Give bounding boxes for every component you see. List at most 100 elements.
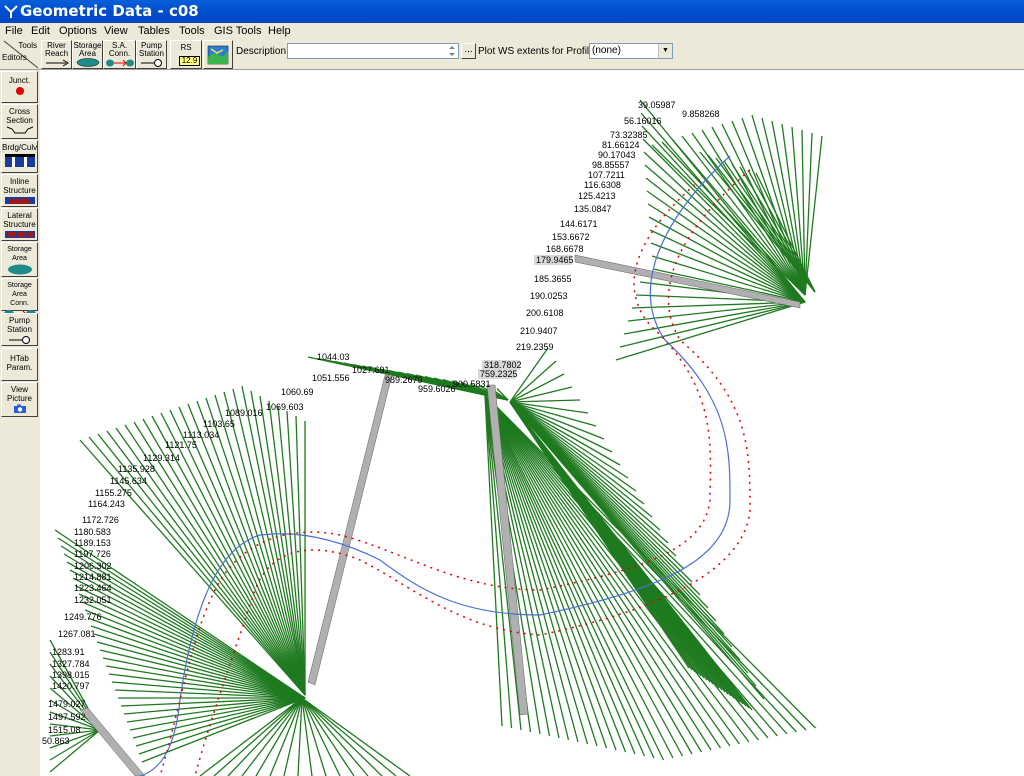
spin-icon[interactable] [446,44,458,58]
station-label[interactable]: 190.0253 [530,291,568,301]
lateral-structure-button[interactable]: Lateral Structure [1,208,38,241]
station-label[interactable]: 1164.243 [88,499,125,509]
profile-select[interactable]: (none) ▼ [589,43,673,59]
station-label[interactable]: 219.2359 [516,342,554,352]
station-label[interactable]: 1180.583 [74,527,111,537]
menu-gis-tools[interactable]: GIS Tools [214,25,262,37]
river-geometry-plot[interactable]: 39.05987 9.858268 56.16016 73.3238581.66124… [40,70,1024,776]
tools-editors-toggle[interactable]: Tools Editors [0,39,40,70]
cross-section-line[interactable] [484,394,807,731]
station-label[interactable]: 1172.726 [82,515,119,525]
station-label[interactable]: 1232.051 [74,595,112,605]
station-label[interactable]: 1069.603 [266,402,304,412]
station-label[interactable]: 185.3655 [534,274,572,284]
bridge-culvert-button[interactable]: Brdg/Culv [1,140,38,173]
station-label[interactable]: 50.863 [42,736,70,746]
geometry-canvas[interactable]: 39.05987 9.858268 56.16016 73.32385 81.66124… [40,70,1024,776]
storage-area-editor-button[interactable]: Storage Area [1,242,38,277]
inline-structure-corner[interactable] [79,707,146,776]
htab-param-button[interactable]: HTab Param. [1,348,38,381]
station-label[interactable]: 98.85557 [592,160,630,170]
description-edit-button[interactable]: ... [461,43,476,59]
station-label[interactable]: 1121.75 [165,440,197,450]
station-label[interactable]: 1249.776 [64,612,102,622]
station-label[interactable]: 56.16016 [624,116,662,126]
station-label[interactable]: 179.9465 [536,255,574,265]
station-label[interactable]: 1479.027 [48,699,86,709]
station-label[interactable]: 125.4213 [578,191,616,201]
cross-section-line[interactable] [484,394,769,739]
cross-section-line[interactable] [297,697,303,776]
station-label[interactable]: 81.66124 [602,140,640,150]
storage-area-button[interactable]: Storage Area [72,40,103,69]
cross-section-line[interactable] [129,697,306,731]
menu-help[interactable]: Help [268,25,291,37]
pump-station-editor-button[interactable]: Pump Station [1,313,38,346]
menu-tables[interactable]: Tables [138,25,170,37]
pump-station-button[interactable]: Pump Station [136,40,167,69]
menu-edit[interactable]: Edit [31,25,50,37]
station-label[interactable]: 144.6171 [560,219,598,229]
station-label[interactable]: 1223.464 [74,583,112,593]
station-label[interactable]: 200.6108 [526,308,564,318]
station-label[interactable]: 168.6678 [546,244,584,254]
station-label[interactable]: 1327.784 [52,659,90,669]
cross-section-line[interactable] [619,301,806,348]
station-label[interactable]: 116.6308 [584,180,621,190]
river-reach-button[interactable]: River Reach [41,40,72,69]
cross-section-line[interactable] [301,697,397,776]
description-input[interactable] [287,43,459,59]
storage-area-conn-button[interactable]: Storage Area Conn. [1,278,38,318]
station-label[interactable]: 1206.302 [74,561,112,571]
rs-button[interactable]: RS 12.9 [170,40,202,69]
cross-section-line[interactable] [699,151,816,293]
cross-section-line[interactable] [301,697,411,776]
station-label[interactable]: 1214.881 [74,572,112,582]
junct-button[interactable]: Junct. [1,71,38,103]
station-label[interactable]: 1189.153 [74,538,111,548]
station-label[interactable]: 1197.726 [74,549,111,559]
station-label[interactable]: 1044.03 [317,352,350,362]
station-label[interactable]: 1497.592 [48,712,86,722]
station-label[interactable]: 1060.69 [281,387,314,397]
station-label[interactable]: 39.05987 [638,100,676,110]
cross-section-line[interactable] [301,697,355,776]
station-label[interactable]: 9.858268 [682,109,720,119]
station-label[interactable]: 107.7211 [588,170,625,180]
station-label[interactable]: 210.9407 [520,326,558,336]
station-label[interactable]: 1027.691 [352,365,390,375]
station-label[interactable]: 73.32385 [610,130,648,140]
menu-tools[interactable]: Tools [179,25,205,37]
sa-conn-button[interactable]: S.A. Conn. [103,40,136,69]
menu-options[interactable]: Options [59,25,97,37]
station-label[interactable]: 1113.034 [183,430,219,440]
station-label[interactable]: 1267.081 [58,629,96,639]
inline-structure-button[interactable]: Inline Structure [1,174,38,207]
cross-section-line[interactable] [804,135,823,296]
map-button[interactable] [203,40,233,69]
station-label[interactable]: 1155.275 [95,488,132,498]
station-label[interactable]: 1103.65 [203,419,235,429]
cross-section-line[interactable] [804,132,813,296]
station-label[interactable]: 1420.797 [52,681,90,691]
menu-view[interactable]: View [104,25,128,37]
station-label[interactable]: 989.2679 [385,375,423,385]
inline-structure-middle[interactable] [307,374,393,686]
cross-section-button[interactable]: Cross Section [1,104,38,139]
cross-section-line[interactable] [213,697,303,776]
station-label[interactable]: 1051.556 [312,373,350,383]
view-picture-button[interactable]: View Picture [1,382,38,417]
station-label[interactable]: 1515.08 [48,725,81,735]
station-label[interactable]: 1135.928 [118,464,155,474]
station-label[interactable]: 1129.314 [143,453,180,463]
station-label[interactable]: 900.5831 [453,379,491,389]
station-label[interactable]: 90.17043 [598,150,636,160]
cross-section-line[interactable] [484,394,778,737]
menu-file[interactable]: File [5,25,23,37]
station-label[interactable]: 153.6672 [552,232,590,242]
station-label[interactable]: 1089.016 [225,408,263,418]
cross-section-line[interactable] [509,399,581,403]
station-label[interactable]: 1283.91 [52,647,85,657]
station-label[interactable]: 135.0847 [574,204,612,214]
station-label[interactable]: 959.6026 [418,384,456,394]
